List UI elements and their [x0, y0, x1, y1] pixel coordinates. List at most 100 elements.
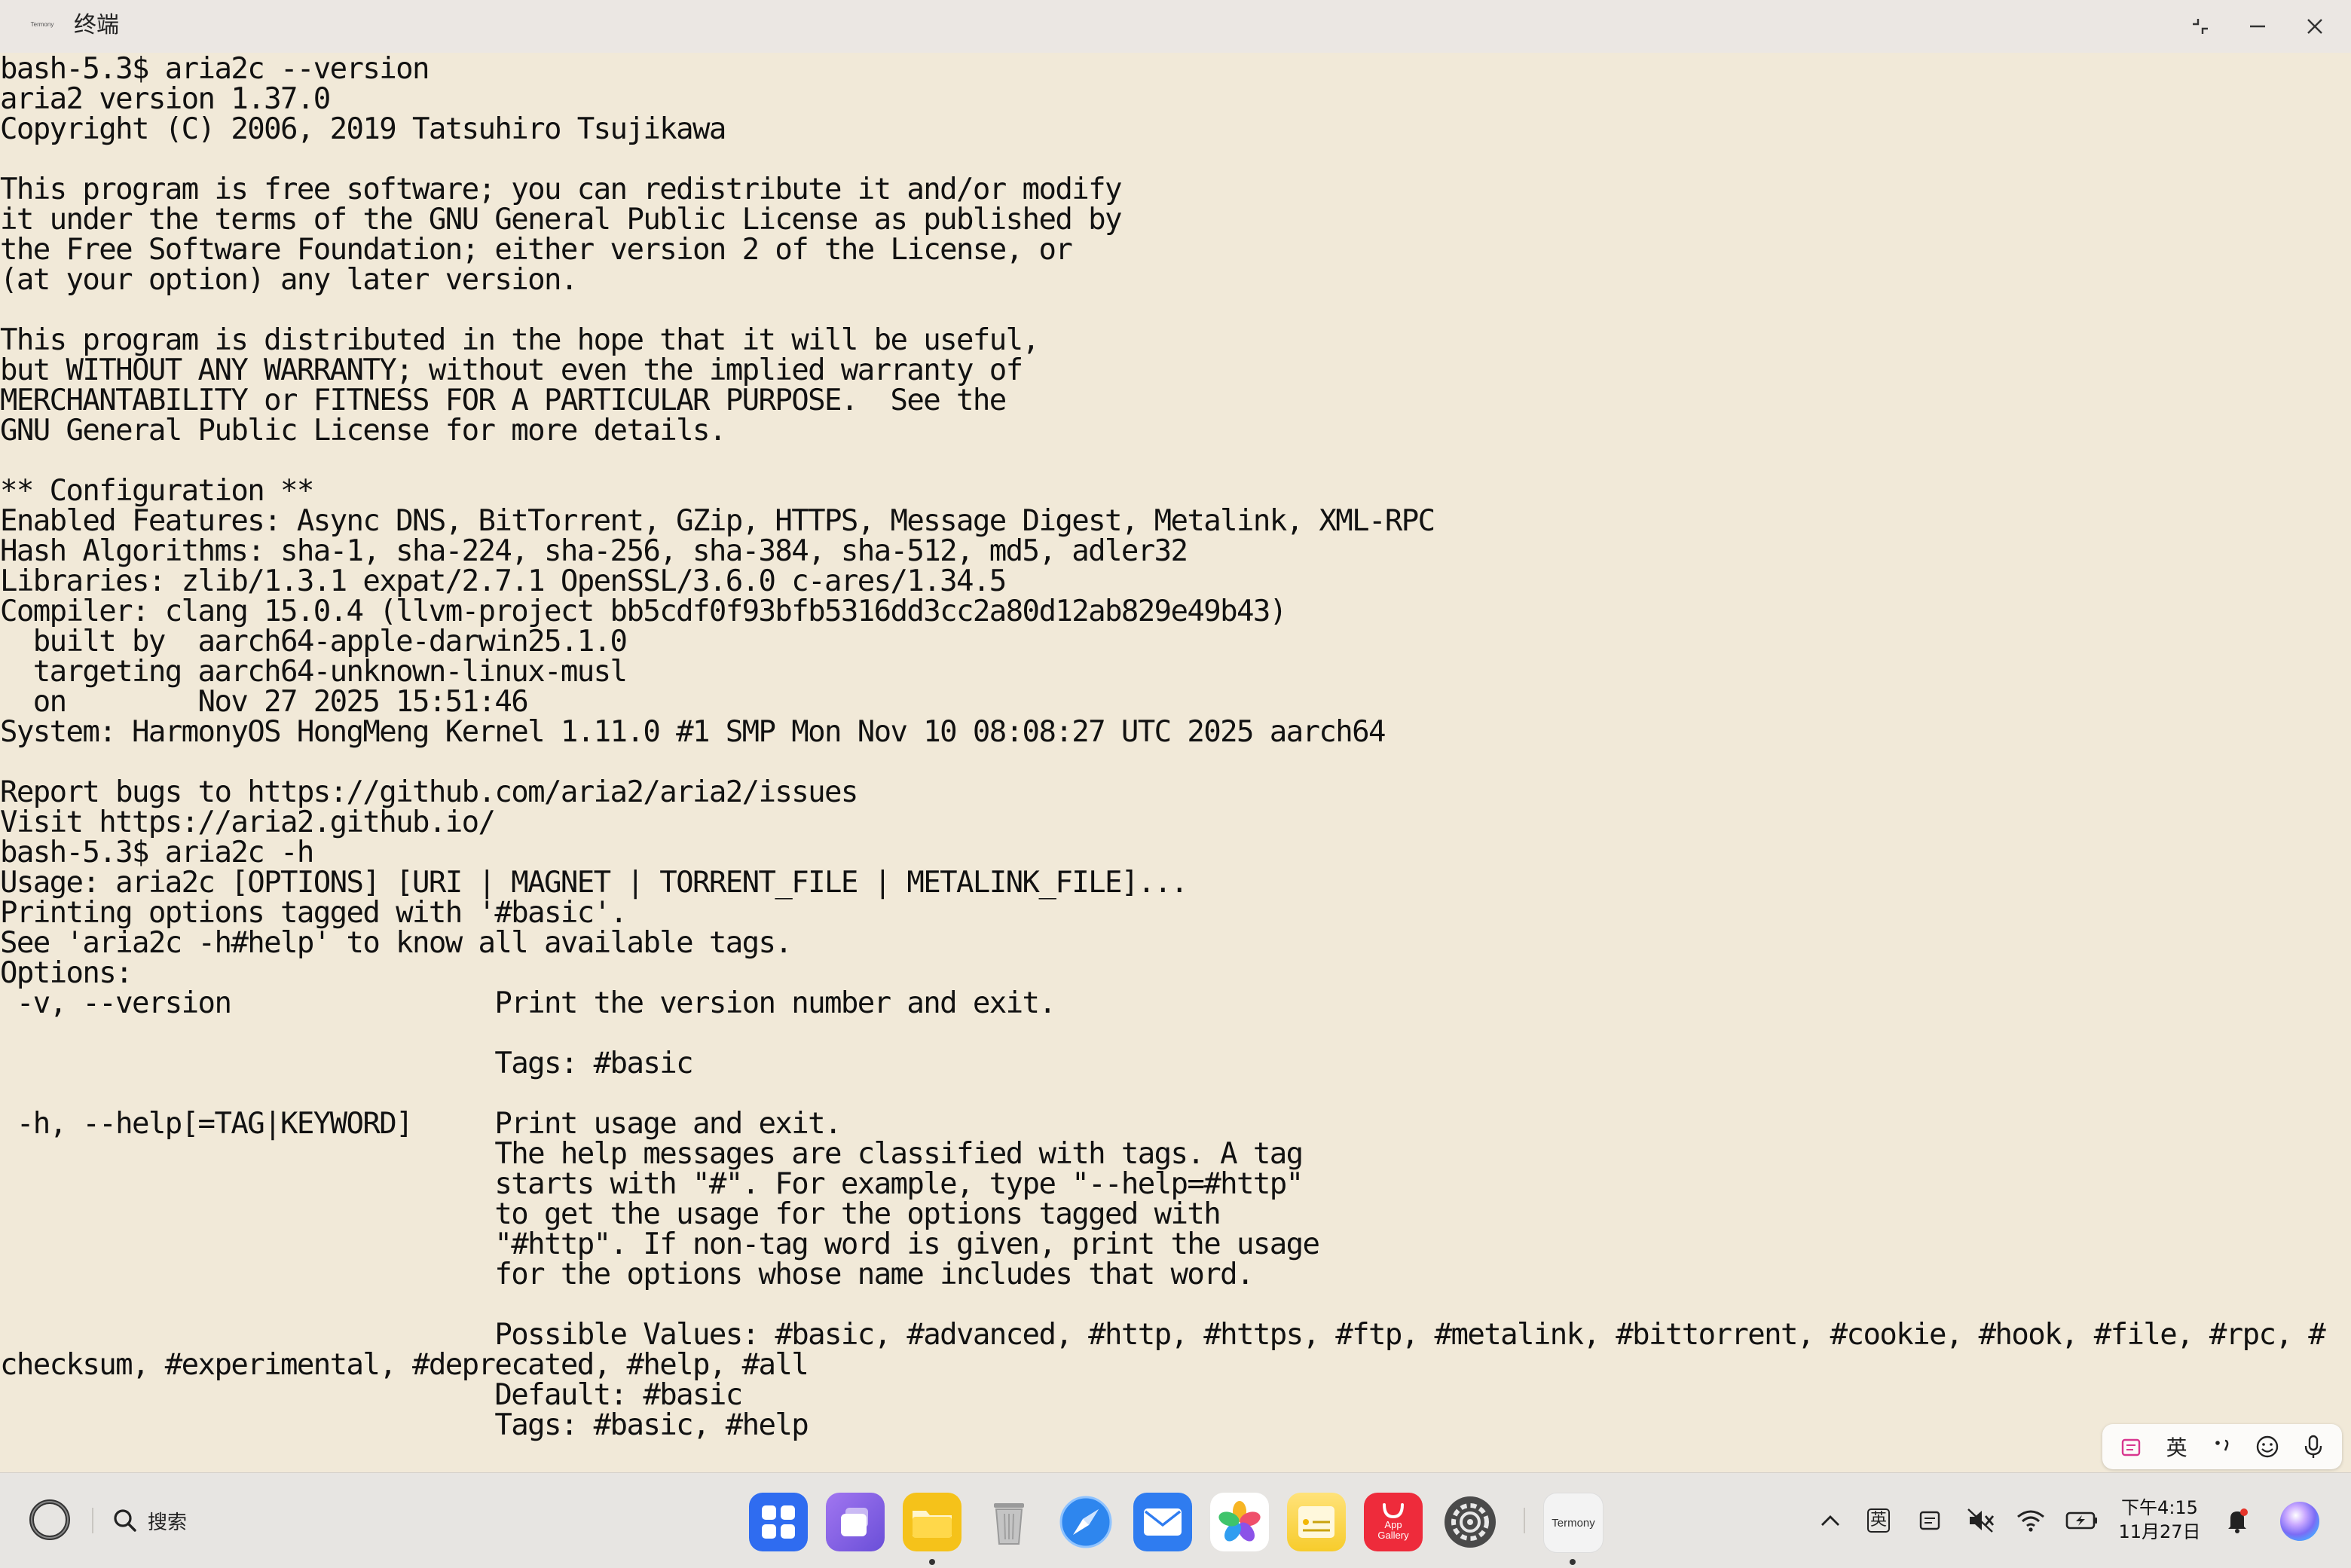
ime-language-label: 英 — [2166, 1435, 2187, 1460]
taskbar: 搜索 App Gallery Termony 英 下午4:15 11月27日 — [0, 1472, 2351, 1568]
assistant-button[interactable] — [2279, 1500, 2321, 1542]
terminal-line: Options: — [0, 956, 133, 990]
search-label: 搜索 — [148, 1511, 188, 1534]
dock-browser[interactable] — [1056, 1493, 1115, 1551]
photos-icon — [1218, 1501, 1261, 1542]
title-bar: Termony 终端 — [0, 0, 2351, 53]
terminal-line: -h, --help[=TAG|KEYWORD] Print usage and… — [0, 1107, 842, 1141]
terminal-line: aria2 version 1.37.0 — [0, 82, 331, 116]
tray-lang-label: 英 — [1866, 1508, 1890, 1533]
ime-voice-button[interactable] — [2294, 1427, 2333, 1466]
settings-gear-icon — [1445, 1496, 1496, 1548]
minimize-icon — [2250, 25, 2265, 28]
ime-punctuation-button[interactable] — [2203, 1427, 2242, 1466]
dock-mail[interactable] — [1133, 1493, 1192, 1551]
terminal-line: Printing options tagged with '#basic'. — [0, 896, 628, 930]
terminal-line: bash-5.3$ aria2c -h — [0, 836, 314, 870]
terminal-line: ** Configuration ** — [0, 474, 314, 508]
terminal-line: but WITHOUT ANY WARRANTY; without even t… — [0, 353, 1023, 387]
assistant-orb-icon — [2280, 1502, 2319, 1541]
terminal-line: built by aarch64-apple-darwin25.1.0 — [0, 625, 628, 659]
terminal-line: the Free Software Foundation; either ver… — [0, 233, 1073, 267]
close-icon — [2307, 19, 2322, 34]
tray-clipboard-button[interactable] — [1912, 1503, 1947, 1538]
wifi-icon — [2017, 1510, 2044, 1532]
dock-trash[interactable] — [980, 1493, 1038, 1551]
shopping-bag-icon — [1383, 1503, 1404, 1519]
tray-wifi-button[interactable] — [2013, 1503, 2048, 1538]
clock-date: 11月27日 — [2118, 1521, 2201, 1542]
terminal-line: targeting aarch64-unknown-linux-musl — [0, 655, 628, 689]
mail-icon — [1144, 1508, 1182, 1536]
tray-volume-button[interactable] — [1964, 1503, 1998, 1538]
battery-charging-icon — [2065, 1511, 2097, 1530]
ime-emoji-button[interactable] — [2248, 1427, 2287, 1466]
taskbar-divider — [92, 1508, 93, 1533]
tray-expand-button[interactable] — [1813, 1503, 1848, 1538]
terminal-line: Libraries: zlib/1.3.1 expat/2.7.1 OpenSS… — [0, 564, 1007, 598]
app-grid-icon — [762, 1505, 795, 1539]
punctuation-icon — [2215, 1439, 2229, 1451]
clipboard-icon — [1919, 1511, 1940, 1530]
dock-settings[interactable] — [1441, 1493, 1500, 1551]
restore-button[interactable] — [2178, 9, 2223, 44]
taskbar-clock[interactable]: 下午4:15 11月27日 — [2114, 1496, 2205, 1544]
terminal-line: to get the usage for the options tagged … — [0, 1197, 1221, 1231]
trash-icon — [994, 1503, 1024, 1545]
terminal-line: Report bugs to https://github.com/aria2/… — [0, 775, 858, 809]
folder-icon — [913, 1511, 952, 1538]
close-button[interactable] — [2292, 9, 2337, 44]
terminal-line: System: HarmonyOS HongMeng Kernel 1.11.0… — [0, 715, 1386, 749]
terminal-text: bash-5.3$ aria2c --version aria2 version … — [0, 54, 2326, 1442]
clock-time: 下午4:15 — [2121, 1497, 2198, 1518]
notes-icon — [1298, 1506, 1334, 1538]
ime-toolbar: 英 — [2102, 1424, 2342, 1469]
search-icon — [114, 1509, 136, 1532]
emoji-icon — [2257, 1435, 2279, 1458]
tray-ime-indicator[interactable]: 英 — [1861, 1503, 1896, 1538]
bell-icon — [2228, 1508, 2248, 1533]
termony-label: Termony — [1552, 1516, 1595, 1530]
terminal-line: See 'aria2c -h#help' to know all availab… — [0, 926, 793, 960]
terminal-line: Usage: aria2c [OPTIONS] [URI | MAGNET | … — [0, 866, 1188, 900]
terminal-line: (at your option) any later version. — [0, 263, 578, 297]
minimize-button[interactable] — [2235, 9, 2280, 44]
dock-multitask[interactable] — [826, 1493, 885, 1551]
microphone-icon — [2304, 1435, 2322, 1458]
tray-notifications-button[interactable] — [2220, 1503, 2255, 1538]
dock-notes[interactable] — [1287, 1493, 1346, 1551]
app-gallery-label: App Gallery — [1377, 1519, 1409, 1541]
running-indicator — [1570, 1559, 1576, 1565]
terminal-line: Compiler: clang 15.0.4 (llvm-project bb5… — [0, 594, 1287, 628]
chevron-up-icon — [1821, 1515, 1839, 1526]
terminal-line: -v, --version Print the version number a… — [0, 986, 1056, 1020]
terminal-line: on Nov 27 2025 15:51:46 — [0, 685, 529, 719]
terminal-line: Tags: #basic, #help — [0, 1408, 809, 1442]
terminal-output[interactable]: bash-5.3$ aria2c --version aria2 version … — [0, 53, 2351, 1469]
dock-divider — [1524, 1508, 1525, 1533]
terminal-line: starts with "#". For example, type "--he… — [0, 1167, 1304, 1201]
dock-files[interactable] — [903, 1493, 961, 1551]
dock-app-gallery[interactable]: App Gallery — [1364, 1493, 1423, 1551]
termony-app-icon: Termony — [30, 21, 54, 28]
start-button[interactable] — [27, 1497, 72, 1542]
ime-language-toggle[interactable]: 英 — [2157, 1427, 2197, 1466]
terminal-line: for the options whose name includes that… — [0, 1258, 1254, 1291]
dock-photos[interactable] — [1210, 1493, 1269, 1551]
tray-battery-indicator[interactable] — [2065, 1503, 2099, 1538]
terminal-line: it under the terms of the GNU General Pu… — [0, 203, 1122, 237]
restore-icon — [2193, 19, 2208, 34]
terminal-line: Copyright (C) 2006, 2019 Tatsuhiro Tsuji… — [0, 112, 726, 146]
window-title: 终端 — [74, 12, 119, 38]
dock-termony[interactable]: Termony — [1543, 1493, 1604, 1553]
dock-app-center[interactable] — [749, 1493, 808, 1551]
ime-clipboard-button[interactable] — [2111, 1427, 2151, 1466]
terminal-line: This program is free software; you can r… — [0, 173, 1122, 206]
start-ring-icon — [29, 1499, 70, 1540]
terminal-line: Default: #basic — [0, 1378, 743, 1412]
taskbar-search-button[interactable]: 搜索 — [112, 1502, 187, 1539]
